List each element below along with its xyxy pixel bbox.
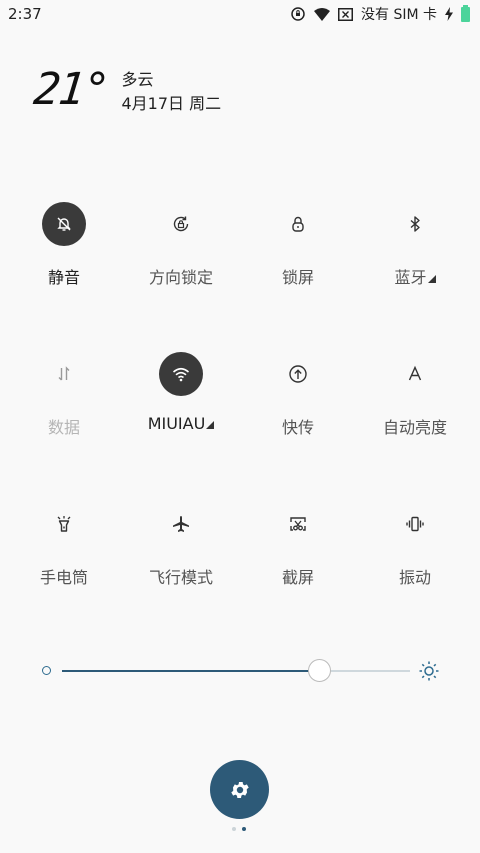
toggle-label: 方向锁定 — [148, 268, 213, 287]
weather-date: 4月17日 周二 — [121, 94, 222, 113]
wifi-status-icon — [314, 7, 330, 21]
brightness-high-icon — [418, 660, 440, 682]
toggle-label: 快传 — [281, 418, 314, 437]
weather-condition: 多云 — [121, 70, 154, 89]
status-time: 2:37 — [8, 5, 42, 23]
flashlight-icon — [42, 502, 86, 546]
toggle-flashlight[interactable]: 手电筒 — [4, 502, 124, 588]
no-sim-icon — [338, 7, 353, 21]
toggle-lock-screen[interactable]: 锁屏 — [238, 202, 358, 288]
toggle-silent[interactable]: 静音 — [4, 202, 124, 288]
expand-indicator-icon — [206, 421, 215, 429]
page-dot-active[interactable] — [242, 827, 246, 831]
vibrate-icon — [393, 502, 437, 546]
rotation-lock-icon — [159, 202, 203, 246]
brightness-low-icon — [42, 666, 51, 675]
toggle-label: 手电筒 — [39, 568, 88, 587]
airplane-icon — [159, 502, 203, 546]
toggle-vibrate[interactable]: 振动 — [355, 502, 475, 588]
gear-icon — [230, 781, 249, 798]
toggle-bluetooth[interactable]: 蓝牙 — [355, 202, 475, 288]
temperature: 21° — [31, 64, 111, 115]
toggle-label: MIUIAU — [148, 414, 215, 433]
wifi-icon — [159, 352, 203, 396]
upload-circle-icon — [276, 352, 320, 396]
bluetooth-icon — [393, 202, 437, 246]
screenshot-icon — [276, 502, 320, 546]
brightness-fill — [62, 670, 320, 672]
page-indicator — [232, 827, 246, 831]
toggle-label: 飞行模式 — [148, 568, 213, 587]
toggle-screenshot[interactable]: 截屏 — [238, 502, 358, 588]
bell-off-icon — [42, 202, 86, 246]
status-bar: 2:37 没有 SIM 卡 — [0, 0, 480, 28]
data-arrows-icon — [42, 352, 86, 396]
brightness-thumb[interactable] — [307, 659, 331, 682]
toggle-data[interactable]: 数据 — [4, 352, 124, 438]
toggle-label: 振动 — [398, 568, 431, 587]
brightness-track[interactable] — [62, 659, 410, 682]
toggle-label: 静音 — [47, 268, 80, 287]
charging-icon — [445, 7, 453, 21]
settings-button[interactable] — [210, 760, 269, 819]
toggle-label: 蓝牙 — [394, 264, 436, 288]
toggle-label: 截屏 — [281, 568, 314, 587]
toggle-airplane[interactable]: 飞行模式 — [121, 502, 241, 588]
no-sim-text: 没有 SIM 卡 — [361, 7, 437, 23]
page-dot[interactable] — [232, 827, 236, 831]
weather-widget[interactable]: 21° 多云 4月17日 周二 — [31, 64, 222, 115]
toggle-wifi[interactable]: MIUIAU — [121, 352, 241, 433]
toggle-auto-brightness[interactable]: 自动亮度 — [355, 352, 475, 438]
auto-brightness-icon — [393, 352, 437, 396]
lock-icon — [276, 202, 320, 246]
brightness-slider[interactable] — [40, 656, 440, 686]
toggle-label: 数据 — [47, 418, 80, 437]
toggle-label: 自动亮度 — [382, 418, 447, 437]
expand-indicator-icon — [427, 275, 436, 283]
toggle-quick-transfer[interactable]: 快传 — [238, 352, 358, 438]
toggle-label: 锁屏 — [281, 268, 314, 287]
battery-icon — [461, 4, 470, 22]
toggle-rotation-lock[interactable]: 方向锁定 — [121, 202, 241, 288]
rotation-lock-status-icon — [290, 6, 306, 22]
